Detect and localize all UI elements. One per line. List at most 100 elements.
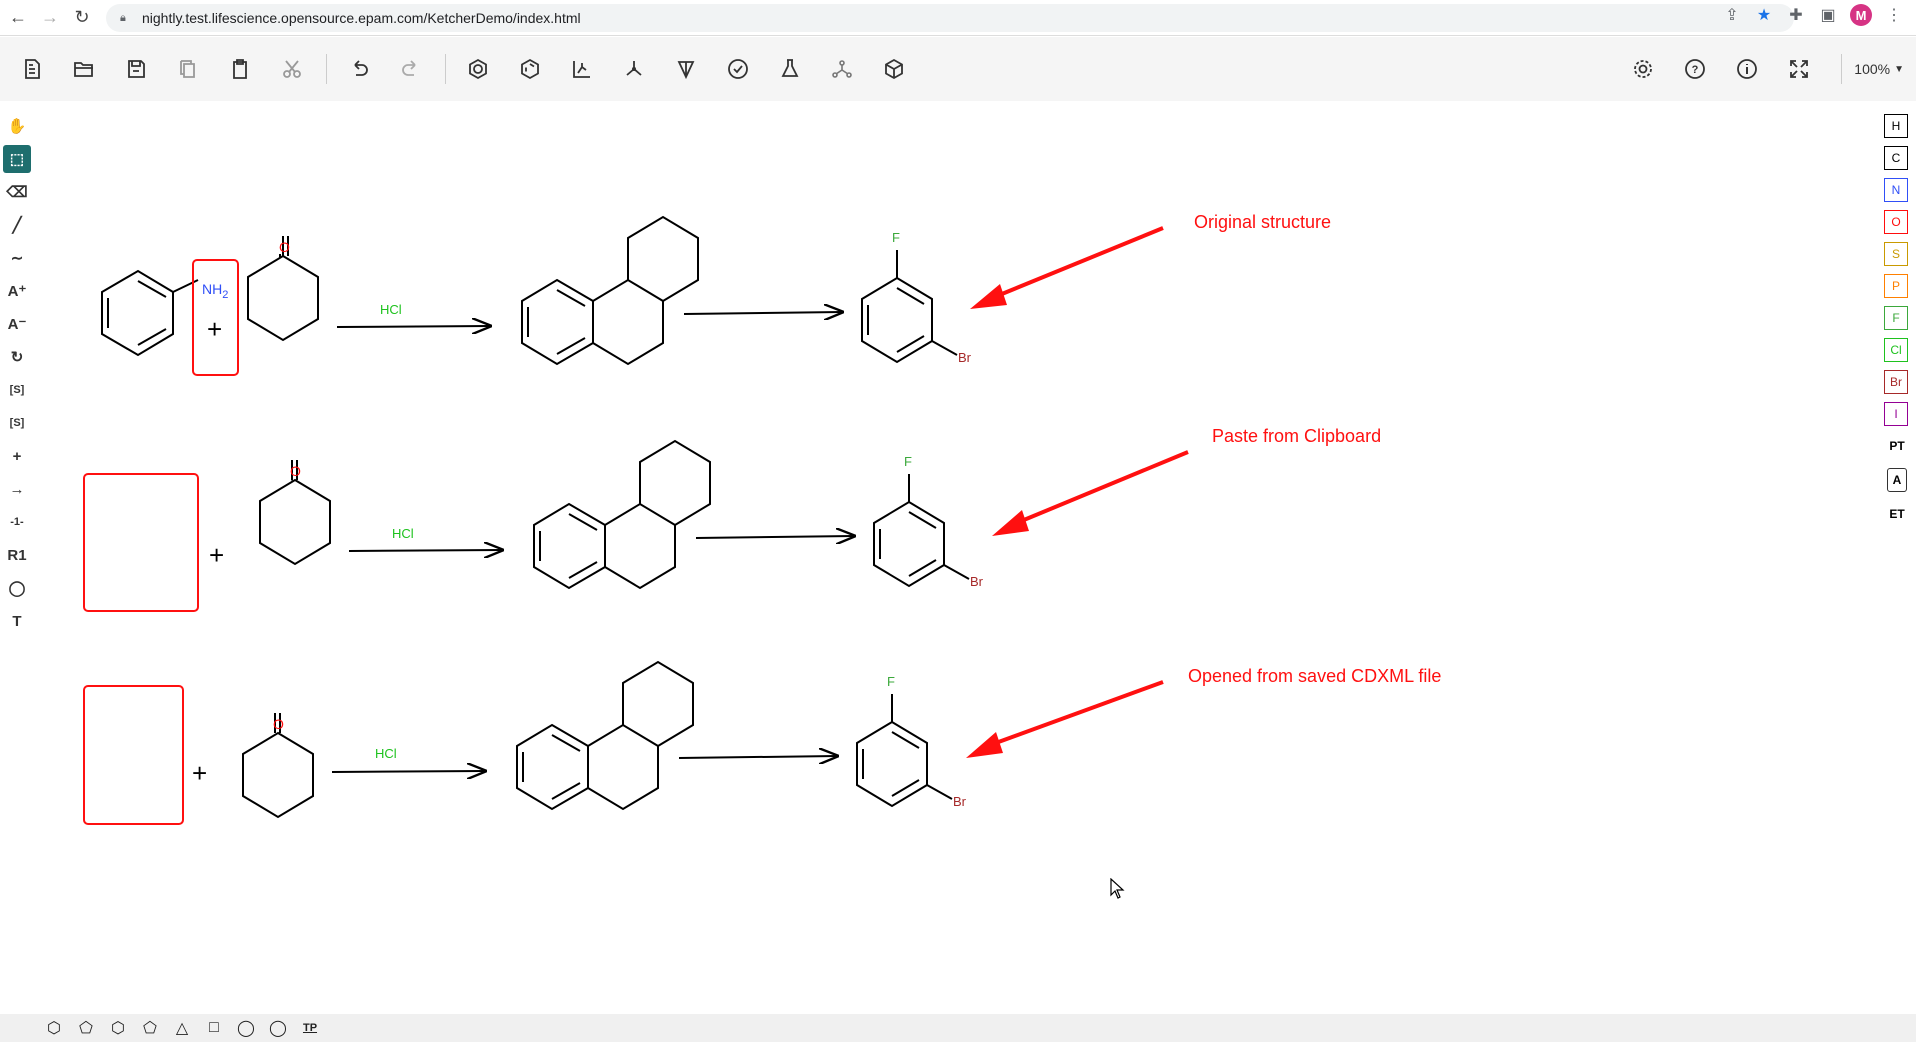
address-bar[interactable]: 🔒︎ nightly.test.lifescience.opensource.e…	[106, 4, 1794, 32]
side-panel-icon[interactable]: ▣	[1818, 5, 1838, 25]
atom-button-br[interactable]: Br	[1884, 370, 1908, 394]
open-file-button[interactable]	[64, 49, 104, 89]
bromine-label[interactable]: Br	[958, 350, 972, 365]
oxygen-label[interactable]: O	[279, 239, 290, 255]
cycloheptane-template-button[interactable]: ◯	[266, 1017, 290, 1039]
chain-tool-button[interactable]: ∼	[3, 244, 31, 272]
catalyst-label[interactable]: HCl	[392, 526, 414, 541]
fullscreen-button[interactable]	[1779, 49, 1819, 89]
atom-button-s[interactable]: S	[1884, 242, 1908, 266]
reaction-arrow[interactable]	[683, 312, 842, 314]
reaction-arrow[interactable]	[336, 326, 490, 327]
bromofluorobenzene-molecule[interactable]	[856, 694, 953, 808]
fluorine-label[interactable]: F	[887, 674, 895, 689]
select-tool-button[interactable]: ⬚	[3, 145, 31, 173]
zoom-select[interactable]: 100% ▼	[1841, 54, 1904, 84]
stereo-button[interactable]	[666, 49, 706, 89]
extended-table-button[interactable]: ET	[1884, 502, 1910, 526]
cut-button[interactable]	[272, 49, 312, 89]
reaction-arrow[interactable]	[348, 550, 502, 551]
save-button[interactable]	[116, 49, 156, 89]
catalyst-label[interactable]: HCl	[375, 746, 397, 761]
cyclohexane-template-button[interactable]: ⬡	[42, 1017, 66, 1039]
atom-button-n[interactable]: N	[1884, 178, 1908, 202]
rotate-tool-button[interactable]: ↻	[3, 343, 31, 371]
profile-avatar[interactable]: M	[1850, 4, 1872, 26]
pentagon-template-button[interactable]: ⬠	[138, 1017, 162, 1039]
redo-button[interactable]	[391, 49, 431, 89]
reaction-arrow-tool-button[interactable]: →	[3, 475, 31, 503]
paste-button[interactable]	[220, 49, 260, 89]
atom-button-h[interactable]: H	[1884, 114, 1908, 138]
atom-button-f[interactable]: F	[1884, 306, 1908, 330]
template-library-button[interactable]: TP	[298, 1017, 322, 1039]
analyse-button[interactable]	[770, 49, 810, 89]
hand-tool-button[interactable]: ✋	[3, 112, 31, 140]
3d-view-button[interactable]	[874, 49, 914, 89]
periodic-table-button[interactable]: PT	[1884, 434, 1910, 458]
reaction-mapping-tool-button[interactable]: -1-	[3, 508, 31, 536]
atom-button-c[interactable]: C	[1884, 146, 1908, 170]
sgroup-data-tool-button[interactable]: [S]	[3, 409, 31, 437]
square-template-button[interactable]: □	[202, 1017, 226, 1039]
aromatize-button[interactable]	[458, 49, 498, 89]
oxygen-label[interactable]: O	[273, 716, 284, 732]
catalyst-label[interactable]: HCl	[380, 302, 402, 317]
extended-atom-button[interactable]: A	[1887, 468, 1907, 492]
plus-sign[interactable]: +	[192, 758, 207, 788]
atom-button-cl[interactable]: Cl	[1884, 338, 1908, 362]
sgroup-tool-button[interactable]: [S]	[3, 376, 31, 404]
settings-button[interactable]	[1623, 49, 1663, 89]
cyclooctane-template-button[interactable]: ◯	[234, 1017, 258, 1039]
new-file-button[interactable]	[12, 49, 52, 89]
plus-sign[interactable]: +	[209, 540, 224, 570]
tricyclic-molecule[interactable]	[516, 660, 694, 811]
share-icon[interactable]: ⇪	[1722, 5, 1742, 25]
browser-menu-icon[interactable]: ⋮	[1884, 5, 1904, 25]
atom-button-o[interactable]: O	[1884, 210, 1908, 234]
drawing-canvas[interactable]: NH2 + O HCl F Br + O HCl F Br + O HCl F …	[34, 102, 1880, 1012]
triangle-template-button[interactable]: △	[170, 1017, 194, 1039]
charge-plus-tool-button[interactable]: A⁺	[3, 277, 31, 305]
reaction-arrow[interactable]	[695, 536, 854, 538]
bookmark-star-icon[interactable]: ★	[1754, 5, 1774, 25]
fluorine-label[interactable]: F	[904, 454, 912, 469]
undo-button[interactable]	[339, 49, 379, 89]
atom-button-i[interactable]: I	[1884, 402, 1908, 426]
charge-minus-tool-button[interactable]: A⁻	[3, 310, 31, 338]
atom-button-p[interactable]: P	[1884, 274, 1908, 298]
bromine-label[interactable]: Br	[953, 794, 967, 809]
clean-button[interactable]	[614, 49, 654, 89]
back-icon[interactable]: ←	[4, 4, 32, 32]
help-button[interactable]: ?	[1675, 49, 1715, 89]
dearomatize-button[interactable]	[510, 49, 550, 89]
about-button[interactable]	[1727, 49, 1767, 89]
tricyclic-molecule[interactable]	[533, 439, 711, 590]
recognize-button[interactable]	[822, 49, 862, 89]
cyclohexanone-molecule[interactable]	[247, 254, 319, 342]
erase-tool-button[interactable]: ⌫	[3, 178, 31, 206]
bromofluorobenzene-molecule[interactable]	[861, 250, 958, 364]
oxygen-label[interactable]: O	[290, 463, 301, 479]
check-button[interactable]	[718, 49, 758, 89]
forward-icon[interactable]: →	[36, 4, 64, 32]
reaction-arrow[interactable]	[678, 756, 837, 758]
rgroup-tool-button[interactable]: R1	[3, 541, 31, 569]
copy-button[interactable]	[168, 49, 208, 89]
fluorine-label[interactable]: F	[892, 230, 900, 245]
benzene-template-button[interactable]: ⬡	[106, 1017, 130, 1039]
reload-icon[interactable]: ↻	[68, 4, 96, 32]
benzene-molecule[interactable]	[101, 269, 199, 357]
amine-label[interactable]: NH2	[202, 281, 228, 301]
extensions-icon[interactable]: ✚	[1786, 5, 1806, 25]
bond-tool-button[interactable]: ╱	[3, 211, 31, 239]
bromofluorobenzene-molecule[interactable]	[873, 474, 970, 588]
reaction-plus-tool-button[interactable]: +	[3, 442, 31, 470]
text-tool-button[interactable]: T	[3, 607, 31, 635]
canvas-svg[interactable]: NH2 + O HCl F Br + O HCl F Br + O HCl F …	[34, 102, 1880, 1012]
tricyclic-molecule[interactable]	[521, 215, 699, 366]
reaction-arrow[interactable]	[331, 771, 485, 772]
bromine-label[interactable]: Br	[970, 574, 984, 589]
layout-button[interactable]	[562, 49, 602, 89]
plus-sign[interactable]: +	[207, 314, 222, 344]
